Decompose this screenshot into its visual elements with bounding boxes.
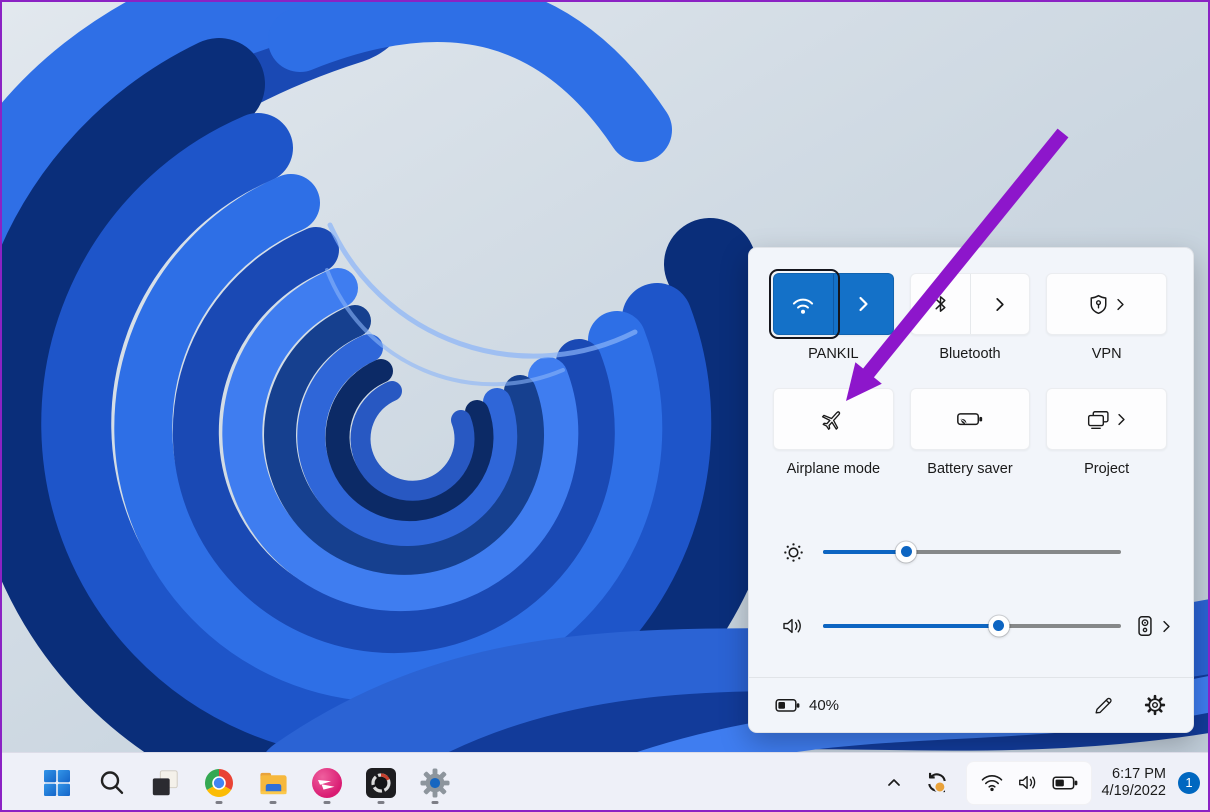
tray-time: 6:17 PM <box>1101 766 1166 783</box>
brightness-thumb[interactable] <box>896 541 917 562</box>
wifi-tile-label: PANKIL <box>808 346 859 362</box>
skitch-button[interactable] <box>306 759 348 807</box>
battery-saver-icon <box>956 409 984 429</box>
wifi-icon <box>789 293 817 316</box>
chrome-button[interactable] <box>198 759 240 807</box>
chevron-right-icon <box>1162 620 1171 633</box>
quick-settings-panel: PANKIL Bluetooth <box>748 247 1194 733</box>
project-icon <box>1087 409 1110 430</box>
volume-row <box>773 611 1171 641</box>
volume-thumb[interactable] <box>988 615 1009 636</box>
airplane-icon <box>820 406 846 432</box>
search-button[interactable] <box>90 759 132 807</box>
running-indicator <box>216 801 223 804</box>
tray-wifi-icon <box>980 773 1004 792</box>
chrome-icon <box>204 768 234 798</box>
notification-badge[interactable]: 1 <box>1178 772 1200 794</box>
volume-fill <box>823 624 999 629</box>
quick-settings-footer: 40% <box>749 677 1193 732</box>
chevron-right-icon <box>1117 413 1126 426</box>
running-indicator <box>270 801 277 804</box>
search-icon <box>98 769 125 796</box>
task-view-icon <box>150 768 180 798</box>
pencil-icon <box>1093 695 1114 716</box>
wifi-tile[interactable] <box>773 273 894 335</box>
brightness-fill <box>823 550 906 555</box>
running-indicator <box>432 801 439 804</box>
settings-gear-icon <box>420 768 450 798</box>
gear-icon <box>1144 694 1166 716</box>
skitch-icon <box>312 768 342 798</box>
bluetooth-tile[interactable] <box>910 273 1031 335</box>
running-indicator <box>324 801 331 804</box>
bluetooth-icon <box>933 294 948 314</box>
vpn-tile[interactable] <box>1046 273 1167 335</box>
taskbar: 6:17 PM 4/19/2022 1 <box>0 752 1210 812</box>
tray-battery-icon <box>1052 775 1078 791</box>
start-button[interactable] <box>36 759 78 807</box>
tray-date: 4/19/2022 <box>1101 783 1166 800</box>
project-tile[interactable] <box>1046 388 1167 450</box>
brightness-icon <box>781 541 805 564</box>
wifi-toggle-segment[interactable] <box>774 274 833 334</box>
tray-volume-icon <box>1017 773 1039 792</box>
quick-settings-grid: PANKIL Bluetooth <box>773 273 1167 477</box>
bluetooth-tile-label: Bluetooth <box>939 346 1000 362</box>
tray-clock[interactable]: 6:17 PM 4/19/2022 <box>1101 766 1166 800</box>
sync-icon <box>924 770 950 795</box>
vpn-shield-icon <box>1088 294 1109 315</box>
speaker-select-icon <box>1137 615 1153 637</box>
chevron-right-icon <box>858 296 869 312</box>
settings-button[interactable] <box>414 759 456 807</box>
bluetooth-toggle-segment[interactable] <box>911 274 970 334</box>
tray-sync-button[interactable] <box>917 763 957 803</box>
volume-slider[interactable] <box>823 616 1121 637</box>
battery-saver-tile[interactable] <box>910 388 1031 450</box>
screen-capture-button[interactable] <box>360 759 402 807</box>
airplane-mode-tile[interactable] <box>773 388 894 450</box>
task-view-button[interactable] <box>144 759 186 807</box>
battery-saver-tile-label: Battery saver <box>927 461 1012 477</box>
project-tile-label: Project <box>1084 461 1129 477</box>
chevron-right-icon <box>1116 298 1125 311</box>
vpn-tile-label: VPN <box>1092 346 1122 362</box>
edit-quick-settings-button[interactable] <box>1091 693 1115 717</box>
wifi-expand-segment[interactable] <box>834 274 893 334</box>
screen-capture-icon <box>366 768 396 798</box>
chevron-up-icon <box>887 778 901 787</box>
brightness-row <box>773 537 1121 567</box>
battery-status[interactable]: 40% <box>775 697 839 714</box>
system-tray: 6:17 PM 4/19/2022 1 <box>880 753 1200 812</box>
running-indicator <box>378 801 385 804</box>
windows-logo-icon <box>43 769 71 797</box>
battery-percent-label: 40% <box>809 697 839 714</box>
audio-output-selector[interactable] <box>1137 615 1171 637</box>
tray-chevron-up-button[interactable] <box>880 763 908 803</box>
file-explorer-icon <box>258 769 289 797</box>
file-explorer-button[interactable] <box>252 759 294 807</box>
airplane-mode-tile-label: Airplane mode <box>787 461 881 477</box>
open-settings-button[interactable] <box>1143 693 1167 717</box>
chevron-right-icon <box>995 297 1005 312</box>
tray-quick-settings-button[interactable] <box>966 761 1092 805</box>
brightness-slider[interactable] <box>823 542 1121 563</box>
bluetooth-expand-segment[interactable] <box>971 274 1030 334</box>
taskbar-pinned-apps <box>36 753 456 812</box>
volume-icon <box>781 616 805 636</box>
battery-icon <box>775 698 800 713</box>
